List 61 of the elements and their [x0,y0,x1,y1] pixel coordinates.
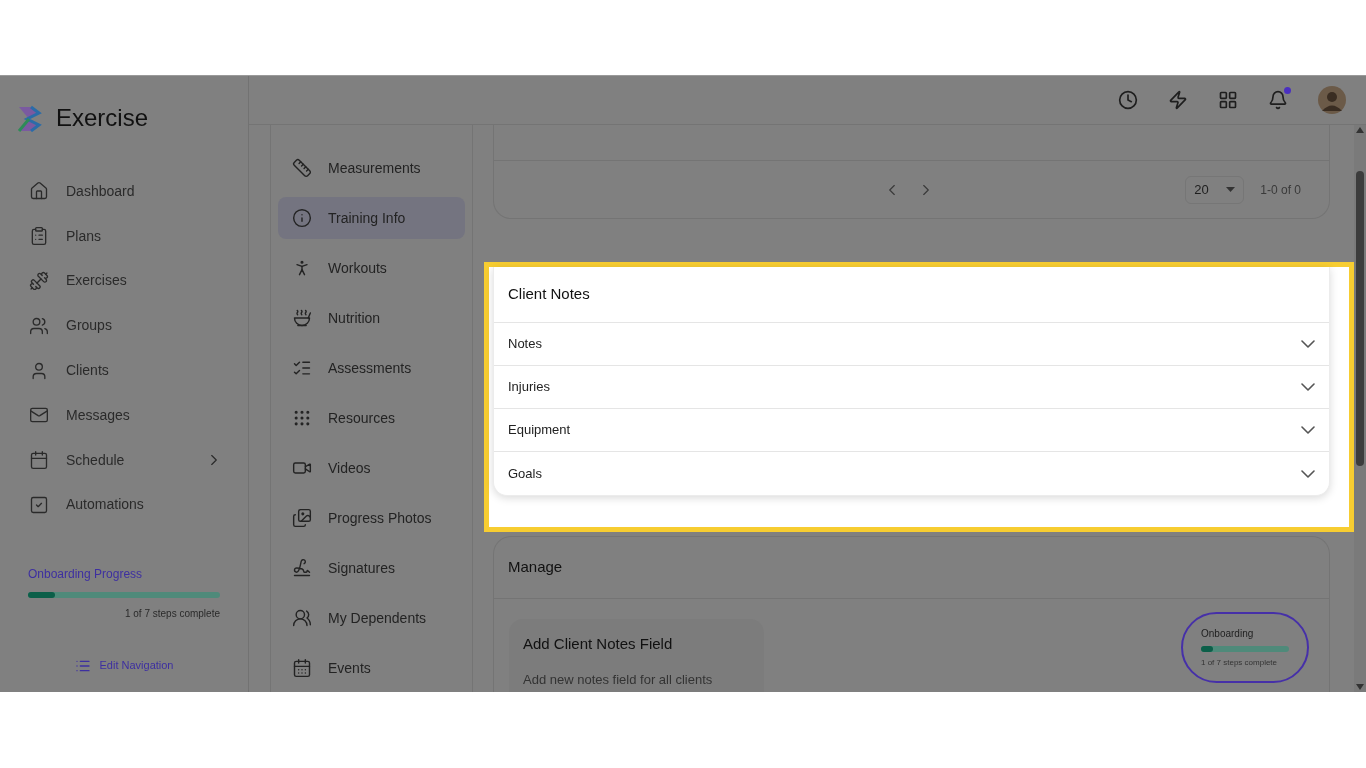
ruler-icon [292,158,312,178]
lightning-icon[interactable] [1168,90,1188,110]
subnav-item[interactable]: My Dependents [278,597,465,639]
grid-icon[interactable] [1218,90,1238,110]
subnav-item[interactable]: Events [278,647,465,689]
dot-grid-icon [292,408,312,428]
sidebar-item[interactable]: Messages [0,393,248,438]
calendar-icon [292,658,312,678]
subnav-item[interactable]: Signatures [278,547,465,589]
app-name: Exercise [56,103,149,133]
checklist-icon [292,358,312,378]
photos-icon [292,508,312,528]
edit-navigation-link[interactable]: Edit Navigation [74,657,174,674]
logo-icon [17,104,44,132]
onboarding-caption: 1 of 7 steps complete [124,607,220,622]
sidebar-item[interactable]: Schedule [0,437,248,483]
accordion-item[interactable]: Equipment [494,409,1329,452]
subnav-item[interactable]: Videos [278,447,465,489]
checkbox-icon [29,494,49,515]
subnav-item[interactable]: Progress Photos [278,497,465,539]
scroll-up-icon[interactable] [1356,127,1364,133]
dumbbell-icon [29,271,49,291]
house-icon [29,181,49,202]
sidebar-item[interactable]: Dashboard [0,169,248,214]
signature-icon [292,558,312,578]
subnav-item[interactable]: Measurements [278,147,465,189]
sidebar-item[interactable]: Exercises [0,258,248,304]
people-icon [292,608,312,628]
accordion-item[interactable]: Goals [494,452,1329,495]
scrollbar-thumb[interactable] [1356,171,1364,466]
manage-option-card[interactable]: Add Client Notes Field Add new notes field for all clients [509,619,764,692]
info-icon [292,208,312,228]
subnav-item[interactable]: Training Info [278,197,465,239]
page-range: 1-0 of 0 [1260,181,1301,199]
onboarding-title: Onboarding Progress [28,566,144,584]
sidebar-item[interactable]: Plans [0,213,248,259]
sidebar-item[interactable]: Groups [0,303,248,349]
accordion-item[interactable]: Notes [494,323,1329,366]
card-title: Manage [508,557,563,578]
accordion-item[interactable]: Injuries [494,366,1329,409]
people-icon [29,315,49,336]
subnav-item[interactable]: Resources [278,397,465,439]
bowl-icon [292,308,312,328]
option-title: Add Client Notes Field [523,634,674,654]
option-description: Add new notes field for all clients [523,670,714,689]
scroll-down-icon[interactable] [1356,684,1364,690]
card-title: Client Notes [508,284,590,305]
sidebar-item[interactable]: Automations [0,482,248,528]
calendar-icon [29,450,49,471]
dropdown-caret-icon [1226,187,1236,192]
bell-icon[interactable] [1268,90,1288,110]
avatar[interactable] [1318,86,1346,114]
badge-title: Onboarding [1201,627,1255,641]
page-size-select[interactable]: 20 [1185,175,1245,204]
clipboard-icon [29,226,49,247]
scrollbar[interactable] [1354,125,1366,692]
subnav-item[interactable]: Workouts [278,247,465,289]
subnav-item[interactable]: Assessments [278,347,465,389]
sidebar-item[interactable]: Clients [0,348,248,393]
subnav-item[interactable]: Nutrition [278,297,465,339]
clock-icon[interactable] [1118,90,1138,110]
